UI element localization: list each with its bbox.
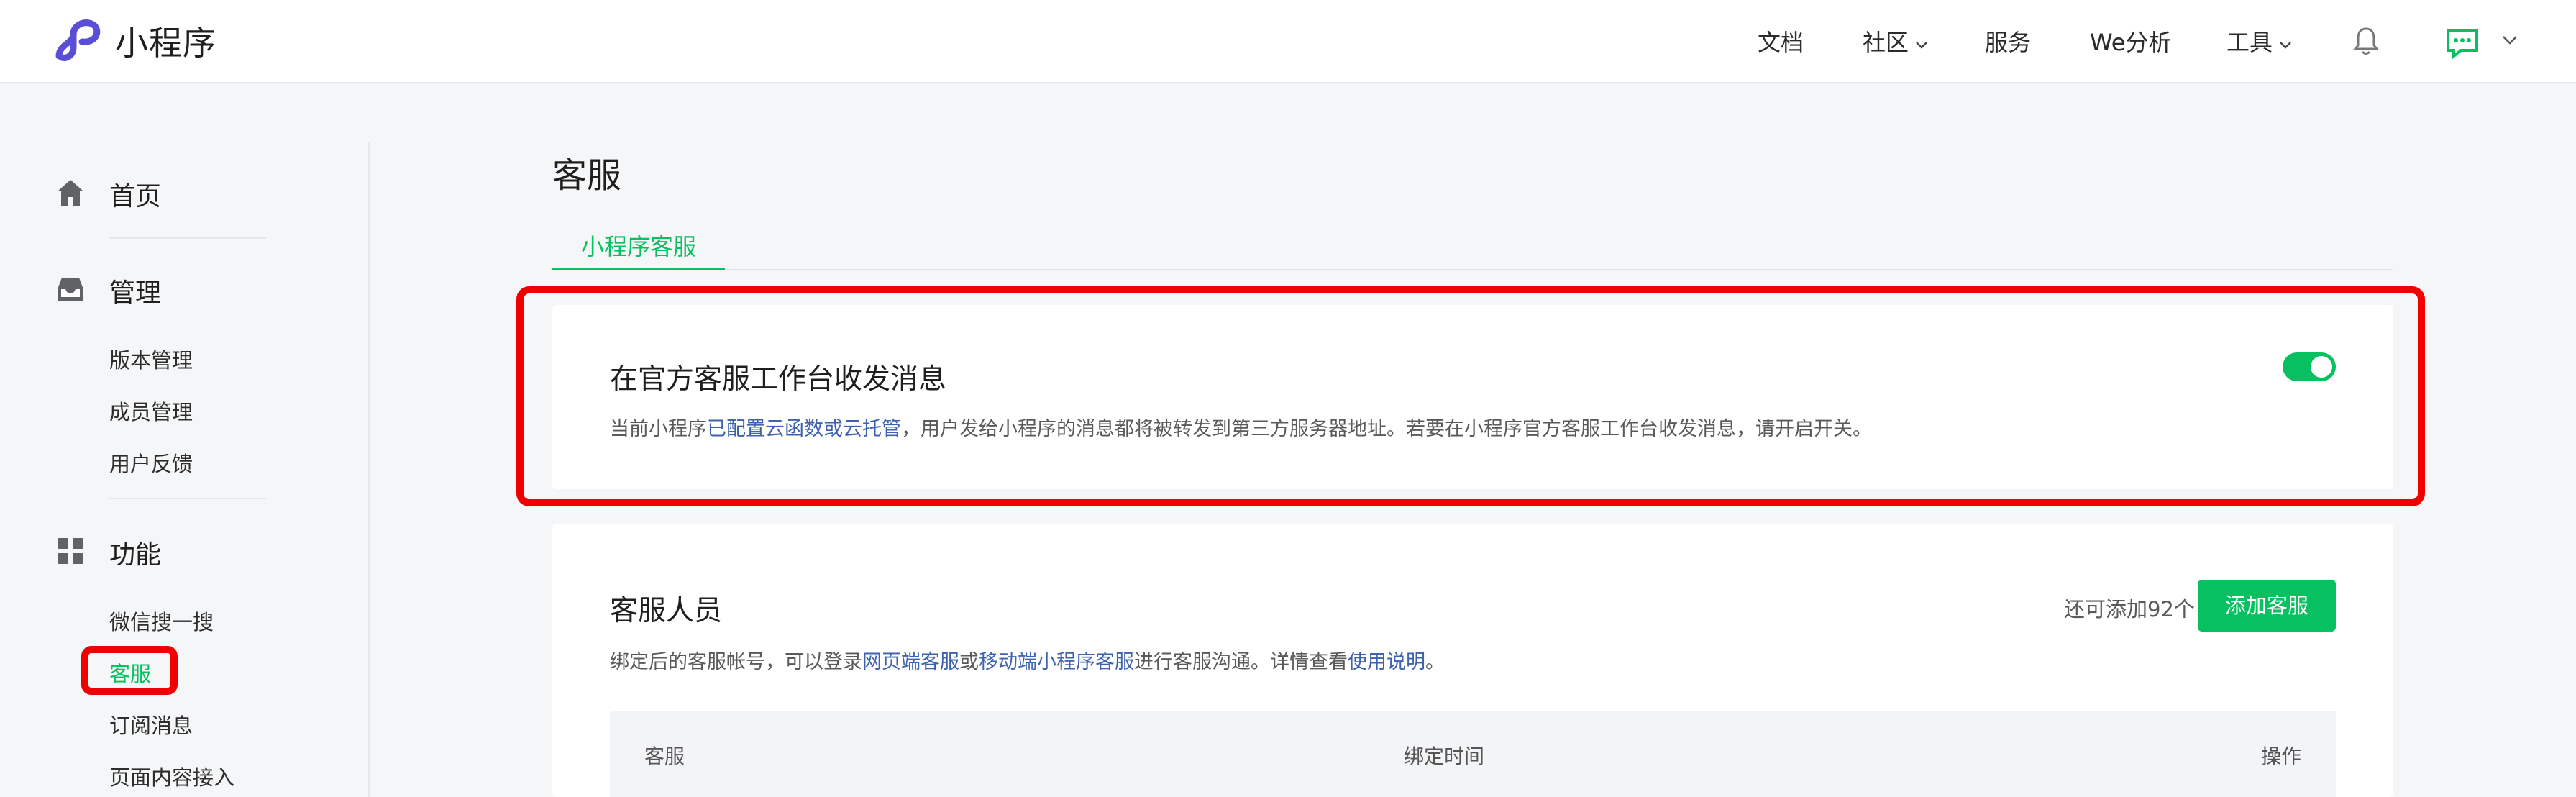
tab-mini-program-customer-service[interactable]: 小程序客服 [552,230,725,270]
bell-icon[interactable] [2352,26,2380,59]
sidebar-manage-label: 管理 [109,278,162,308]
sidebar-divider-line [109,237,266,239]
inbox-icon [55,273,86,308]
sidebar-item-home[interactable]: 首页 [55,176,161,213]
nav-services[interactable]: 服务 [1985,26,2031,59]
desc-text: 进行客服沟通。详情查看 [1134,651,1348,673]
nav-docs[interactable]: 文档 [1758,26,1804,59]
brand[interactable]: 小程序 [55,17,216,65]
sidebar-item-version-management[interactable]: 版本管理 [109,344,193,374]
usage-guide-link[interactable]: 使用说明 [1348,651,1425,673]
nav-we-analytics[interactable]: We分析 [2090,26,2171,59]
sidebar-item-page-content-access[interactable]: 页面内容接入 [109,761,234,791]
desc-text: 或 [959,651,979,673]
staff-description: 绑定后的客服帐号，可以登录网页端客服或移动端小程序客服进行客服沟通。详情查看使用… [610,646,1445,674]
annotation-highlight-box [516,286,2425,506]
sidebar-section-manage[interactable]: 管理 [55,272,161,309]
brand-name: 小程序 [115,24,216,63]
sidebar-item-subscription-messages[interactable]: 订阅消息 [109,709,193,739]
nav-services-label: 服务 [1985,29,2032,56]
staff-table-header: 客服 绑定时间 操作 [610,711,2336,797]
nav-tools[interactable]: 工具 [2226,26,2293,59]
chat-bubble-icon[interactable] [2445,27,2480,62]
nav-community-label: 社区 [1863,29,1909,56]
remaining-count: 还可添加92个 [2064,597,2195,621]
sidebar-home-label: 首页 [109,182,162,211]
mobile-customer-service-link[interactable]: 移动端小程序客服 [979,651,1134,673]
nav-we-analytics-label: We分析 [2090,29,2172,56]
mini-program-logo-icon [55,16,102,66]
grid-icon [55,535,86,570]
sidebar-features-label: 功能 [109,540,162,570]
web-customer-service-link[interactable]: 网页端客服 [862,651,959,673]
add-customer-service-button[interactable]: 添加客服 [2198,580,2336,632]
home-icon [55,177,86,211]
column-header-actions: 操作 [2261,744,2302,768]
page-title: 客服 [552,155,622,196]
nav-community[interactable]: 社区 [1863,26,1929,59]
chevron-down-icon [1914,26,1929,59]
staff-section-title: 客服人员 [610,595,723,627]
sidebar-divider [368,142,370,797]
sidebar-item-user-feedback[interactable]: 用户反馈 [109,447,193,478]
sidebar-item-member-management[interactable]: 成员管理 [109,396,193,426]
nav-tools-label: 工具 [2226,29,2273,56]
desc-text: 。 [1425,651,1445,673]
sidebar-divider-line [109,498,266,499]
chevron-down-icon [2278,26,2293,59]
nav-docs-label: 文档 [1758,29,1804,56]
sidebar-section-features[interactable]: 功能 [55,534,161,571]
column-header-bind-time: 绑定时间 [1404,744,1485,768]
annotation-highlight-box [81,646,178,695]
tab-bar: 小程序客服 [552,230,2393,270]
top-navigation-bar: 小程序 文档 社区 服务 We分析 工具 [0,0,2576,83]
account-menu-chevron-icon[interactable] [2501,35,2518,49]
sidebar-item-wechat-search[interactable]: 微信搜一搜 [109,606,214,636]
column-header-customer-service: 客服 [644,744,685,768]
desc-text: 绑定后的客服帐号，可以登录 [610,651,862,673]
